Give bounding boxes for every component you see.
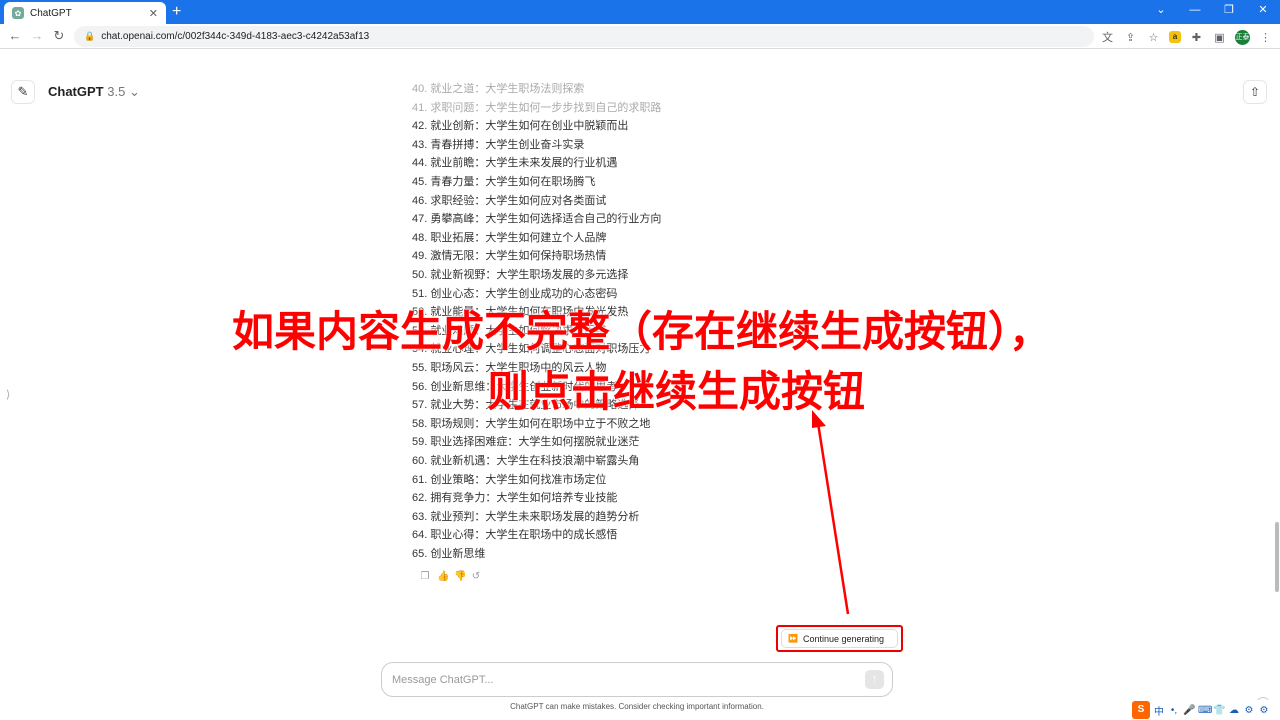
message-actions: ❐ 👍 👎 ↺ xyxy=(420,571,481,582)
list-item: 45. 青春力量：大学生如何在职场腾飞 xyxy=(412,176,596,188)
list-item: 40. 就业之道：大学生职场法则探索 xyxy=(412,83,585,95)
fast-forward-icon: ⏩ xyxy=(788,634,798,643)
model-version: 3.5 xyxy=(107,84,126,99)
profile-avatar[interactable]: 正泰 xyxy=(1235,29,1250,45)
model-name: ChatGPT xyxy=(48,84,104,99)
microphone-icon[interactable]: 🎤 xyxy=(1183,705,1195,716)
tab-close-icon[interactable]: ✕ xyxy=(149,7,158,20)
share-icon[interactable]: ⇧ xyxy=(1243,80,1267,104)
list-item: 41. 求职问题：大学生如何一步步找到自己的求职路 xyxy=(412,101,662,114)
extension-icon[interactable]: a xyxy=(1169,31,1181,43)
list-item: 46. 求职经验：大学生如何应对各类面试 xyxy=(412,194,607,207)
browser-tab[interactable]: ✿ ChatGPT ✕ xyxy=(4,2,166,24)
continue-generating-label: Continue generating xyxy=(802,633,885,644)
reload-icon[interactable]: ↻ xyxy=(50,27,68,45)
browser-toolbar: ← → ↻ 🔒 chat.openai.com/c/002f344c-349d-… xyxy=(0,24,1280,49)
new-chat-icon[interactable]: ✎ xyxy=(11,80,35,104)
annotation-text-line1: 如果内容生成不完整（存在继续生成按钮）， xyxy=(232,307,1052,356)
list-item: 47. 勇攀高峰：大学生如何选择适合自己的行业方向 xyxy=(412,213,662,226)
list-item: 44. 就业前瞻：大学生未来发展的行业机遇 xyxy=(412,157,618,170)
close-window-button[interactable]: ✕ xyxy=(1246,0,1280,24)
list-item: 61. 创业策略：大学生如何找准市场定位 xyxy=(412,473,607,486)
settings-gear-icon[interactable]: ⚙ xyxy=(1258,705,1270,716)
keyboard-icon[interactable]: ⌨ xyxy=(1198,705,1212,716)
ime-toolbar: S 中 •, 🎤 ⌨ 👕 ☁ ⚙ ⚙ xyxy=(1129,700,1273,720)
side-panel-icon[interactable]: ▣ xyxy=(1212,31,1227,44)
list-item: 63. 就业预判：大学生未来职场发展的趋势分析 xyxy=(412,510,640,523)
extensions-puzzle-icon[interactable]: ✚ xyxy=(1189,31,1204,44)
sogou-logo-icon[interactable]: S xyxy=(1132,701,1150,719)
ime-punctuation-icon[interactable]: •, xyxy=(1168,705,1180,716)
address-bar[interactable]: 🔒 chat.openai.com/c/002f344c-349d-4183-a… xyxy=(74,26,1094,47)
chevron-down-icon: ⌄ xyxy=(128,84,140,99)
tab-title: ChatGPT xyxy=(30,7,72,19)
copy-icon[interactable]: ❐ xyxy=(420,571,430,582)
annotation-text-line2: 则点击继续生成按钮 xyxy=(487,367,866,416)
regenerate-icon[interactable]: ↺ xyxy=(471,571,481,582)
message-input[interactable] xyxy=(392,671,852,689)
ime-chinese-mode[interactable]: 中 xyxy=(1153,703,1165,718)
translate-icon[interactable]: 文 xyxy=(1100,29,1115,45)
share-page-icon[interactable]: ⇪ xyxy=(1123,31,1138,44)
composer: ↑ xyxy=(381,662,893,697)
sidebar-toggle-icon[interactable]: ⟩ xyxy=(6,388,10,401)
bookmark-star-icon[interactable]: ☆ xyxy=(1146,31,1161,44)
scrollbar-thumb[interactable] xyxy=(1275,522,1279,592)
continue-generating-button[interactable]: ⏩ Continue generating xyxy=(781,629,898,648)
scrollbar[interactable] xyxy=(1273,74,1280,696)
list-item: 59. 职业选择困难症：大学生如何摆脱就业迷茫 xyxy=(412,436,640,449)
list-item: 50. 就业新视野：大学生职场发展的多元选择 xyxy=(412,269,629,281)
tools-icon[interactable]: ⚙ xyxy=(1243,705,1255,716)
list-item: 65. 创业新思维 xyxy=(412,548,486,560)
model-selector[interactable]: ChatGPT 3.5 ⌄ xyxy=(48,84,140,100)
thumbs-down-icon[interactable]: 👎 xyxy=(454,571,466,582)
disclaimer-text: ChatGPT can make mistakes. Consider chec… xyxy=(510,702,764,711)
list-item: 62. 拥有竞争力：大学生如何培养专业技能 xyxy=(412,492,618,505)
toolbar-actions: 文 ⇪ ☆ a ✚ ▣ 正泰 ⋮ xyxy=(1100,27,1273,47)
thumbs-up-icon[interactable]: 👍 xyxy=(437,571,449,582)
window-controls: ⌄ — ❐ ✕ xyxy=(1144,0,1280,24)
forward-arrow-icon[interactable]: → xyxy=(28,27,46,45)
list-item: 64. 职业心得：大学生在职场中的成长感悟 xyxy=(412,529,618,542)
minimize-button[interactable]: — xyxy=(1178,0,1212,24)
list-item: 42. 就业创新：大学生如何在创业中脱颖而出 xyxy=(412,120,629,133)
chatgpt-favicon-icon: ✿ xyxy=(12,7,24,19)
cloud-icon[interactable]: ☁ xyxy=(1228,705,1240,716)
list-item: 43. 青春拼搏：大学生创业奋斗实录 xyxy=(412,138,585,151)
new-tab-button[interactable]: + xyxy=(172,2,181,22)
back-arrow-icon[interactable]: ← xyxy=(6,27,24,45)
skin-icon[interactable]: 👕 xyxy=(1213,705,1225,716)
restore-button[interactable]: ❐ xyxy=(1212,0,1246,24)
url-text: chat.openai.com/c/002f344c-349d-4183-aec… xyxy=(101,31,370,42)
browser-menu-icon[interactable]: ⋮ xyxy=(1258,31,1273,44)
list-item: 48. 职业拓展：大学生如何建立个人品牌 xyxy=(412,231,607,244)
list-item: 49. 激情无限：大学生如何保持职场热情 xyxy=(412,250,607,263)
tab-search-icon[interactable]: ⌄ xyxy=(1144,0,1178,24)
browser-tab-bar: ✿ ChatGPT ✕ + ⌄ — ❐ ✕ xyxy=(0,0,1280,24)
send-arrow-icon[interactable]: ↑ xyxy=(865,670,884,689)
lock-icon: 🔒 xyxy=(84,31,96,41)
list-item: 60. 就业新机遇：大学生在科技浪潮中崭露头角 xyxy=(412,455,640,467)
